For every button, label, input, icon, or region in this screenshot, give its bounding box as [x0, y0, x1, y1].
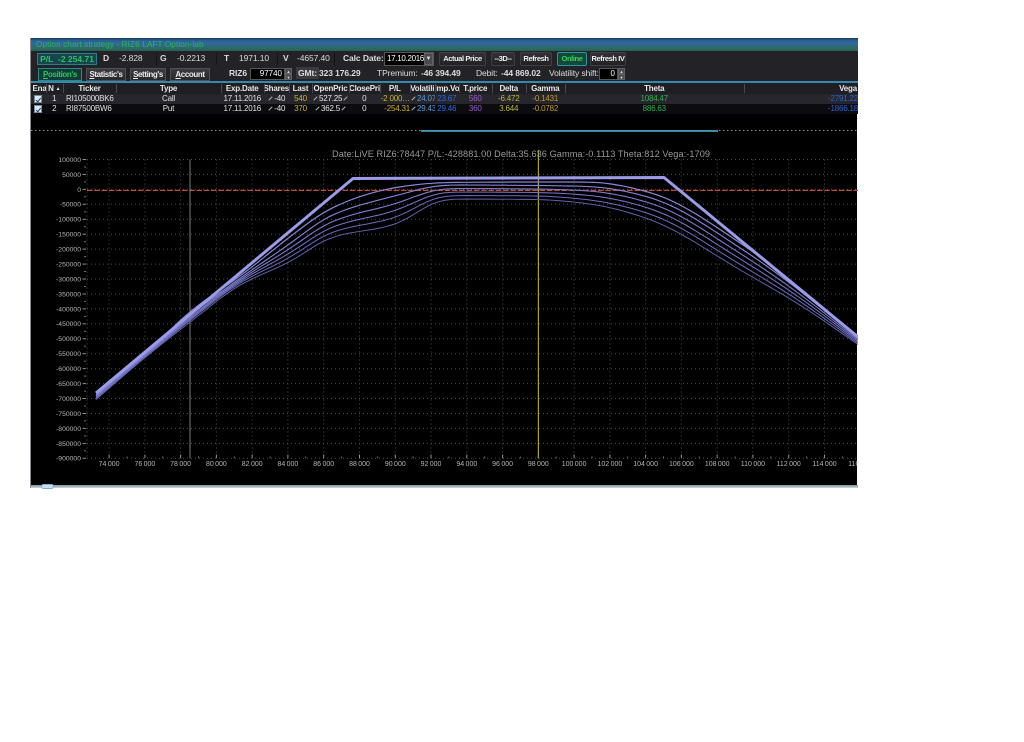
svg-text:82 000: 82 000 [242, 461, 263, 468]
svg-text:78 000: 78 000 [170, 461, 191, 468]
svg-text:104 000: 104 000 [633, 461, 658, 468]
svg-text:102 000: 102 000 [598, 461, 623, 468]
svg-text:94 000: 94 000 [456, 461, 477, 468]
svg-text:-350000: -350000 [56, 291, 81, 298]
svg-text:92 000: 92 000 [421, 461, 442, 468]
svg-text:-150000: -150000 [56, 232, 81, 239]
svg-text:0: 0 [77, 187, 81, 194]
svg-text:-700000: -700000 [56, 396, 81, 403]
svg-text:-50000: -50000 [60, 202, 81, 209]
svg-text:90 000: 90 000 [385, 461, 406, 468]
svg-text:112 000: 112 000 [777, 461, 801, 468]
svg-text:96 000: 96 000 [492, 461, 513, 468]
svg-text:100000: 100000 [58, 157, 81, 164]
svg-text:-400000: -400000 [56, 306, 81, 313]
svg-text:Date:LiVE RIZ6:78447 P/L:-42: Date:LiVE RIZ6:78447 P/L:-428881.00 Delt… [332, 149, 710, 159]
svg-text:108 000: 108 000 [705, 461, 730, 468]
svg-text:74 000: 74 000 [99, 461, 120, 468]
svg-text:114 000: 114 000 [812, 461, 836, 468]
svg-text:116 000: 116 000 [848, 461, 858, 468]
svg-text:-200000: -200000 [56, 247, 81, 254]
svg-text:-250000: -250000 [56, 262, 81, 269]
svg-text:80 000: 80 000 [206, 461, 227, 468]
svg-text:110 000: 110 000 [741, 461, 765, 468]
svg-text:-800000: -800000 [56, 426, 81, 433]
svg-text:-500000: -500000 [56, 336, 81, 343]
svg-text:98 000: 98 000 [528, 461, 549, 468]
svg-text:-100000: -100000 [56, 217, 81, 224]
svg-text:86 000: 86 000 [313, 461, 334, 468]
svg-text:88 000: 88 000 [349, 461, 370, 468]
svg-text:-300000: -300000 [56, 276, 81, 283]
svg-text:-600000: -600000 [56, 366, 81, 373]
svg-text:50000: 50000 [62, 172, 81, 179]
svg-text:76 000: 76 000 [134, 461, 155, 468]
svg-text:100 000: 100 000 [562, 461, 587, 468]
svg-text:84 000: 84 000 [277, 461, 298, 468]
svg-text:-450000: -450000 [56, 321, 81, 328]
svg-text:-550000: -550000 [56, 351, 81, 358]
svg-text:-750000: -750000 [56, 411, 81, 418]
svg-text:-900000: -900000 [56, 456, 81, 463]
svg-text:106 000: 106 000 [669, 461, 694, 468]
svg-text:-650000: -650000 [56, 381, 81, 388]
svg-text:-850000: -850000 [56, 441, 81, 448]
